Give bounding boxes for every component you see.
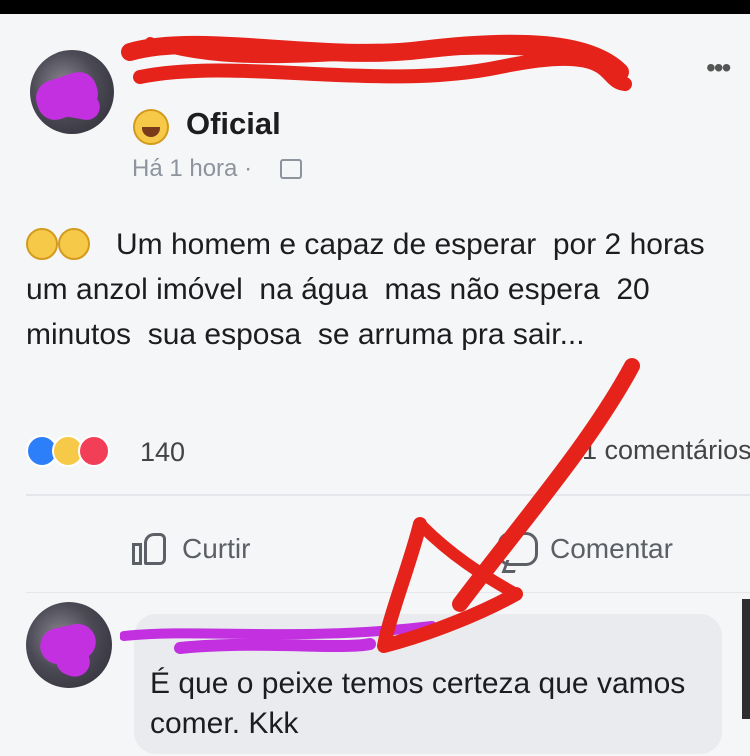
post-timestamp[interactable]: Há 1 hora · [132, 155, 252, 183]
comment-text: É que o peixe temos certeza que vamos co… [150, 667, 686, 740]
facebook-post-card: ••• Oficial Há 1 hora · Um homem e capaz… [0, 14, 750, 756]
page-name[interactable]: Oficial [186, 106, 281, 142]
like-label: Curtir [182, 533, 251, 564]
edge-artifact [742, 599, 750, 719]
love-reaction-icon [78, 435, 110, 467]
post-text: Um homem e capaz de esperar por 2 horas … [26, 222, 750, 357]
like-button[interactable]: Curtir [130, 529, 250, 569]
author-name-redaction [121, 34, 632, 91]
privacy-icon [280, 159, 302, 179]
thinking-emoji-icon [26, 228, 116, 260]
more-options-button[interactable]: ••• [706, 54, 746, 82]
laughing-emoji-icon [133, 109, 169, 145]
reaction-count[interactable]: 140 [140, 437, 185, 468]
post-body: Um homem e capaz de esperar por 2 horas … [26, 228, 713, 351]
thumbs-up-icon [130, 531, 170, 567]
red-arrow-annotation [377, 358, 640, 653]
